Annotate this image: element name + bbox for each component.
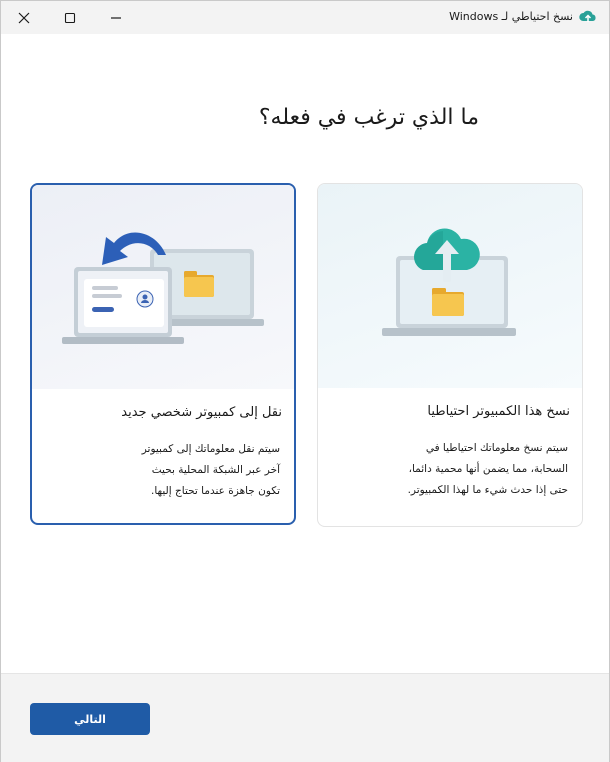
- minimize-icon: [111, 16, 121, 19]
- page-title: ما الذي ترغب في فعله؟: [258, 105, 479, 130]
- backup-desc-line: سيتم نسخ معلوماتك احتياطيا في: [425, 442, 568, 454]
- transfer-laptops-icon: [62, 232, 264, 344]
- backup-option-card[interactable]: نسخ هذا الكمبيوتر احتياطيا سيتم نسخ معلو…: [317, 183, 583, 527]
- transfer-desc-line: سيتم نقل معلوماتك إلى كمبيوتر: [141, 443, 280, 455]
- transfer-illustration: [32, 185, 294, 389]
- transfer-card-description: سيتم نقل معلوماتك إلى كمبيوتر آخر عبر ال…: [142, 439, 280, 502]
- backup-illustration: [318, 184, 582, 388]
- next-button[interactable]: التالي: [30, 703, 150, 735]
- transfer-desc-line: تكون جاهزة عندما تحتاج إليها.: [150, 485, 280, 497]
- title-bar: نسخ احتياطي لـ Windows: [1, 1, 609, 34]
- cloud-upload-laptop-icon: [382, 228, 516, 336]
- backup-card-description: سيتم نسخ معلوماتك احتياطيا في السحابة، م…: [408, 438, 568, 501]
- transfer-desc-line: آخر عبر الشبكة المحلية بحيث: [151, 464, 280, 476]
- close-button[interactable]: [1, 1, 47, 34]
- backup-desc-line: حتى إذا حدث شيء ما لهذا الكمبيوتر.: [407, 484, 568, 496]
- backup-desc-line: السحابة، مما يضمن أنها محمية دائما،: [408, 463, 568, 475]
- close-icon: [18, 12, 30, 23]
- window-title: نسخ احتياطي لـ Windows: [449, 10, 573, 23]
- cloud-upload-icon: [579, 10, 596, 22]
- footer-bar: التالي: [1, 673, 609, 762]
- app-window: نسخ احتياطي لـ Windows ما الذي ترغب في ف…: [0, 0, 610, 762]
- transfer-option-card[interactable]: نقل إلى كمبيوتر شخصي جديد سيتم نقل معلوم…: [30, 183, 296, 525]
- transfer-card-title: نقل إلى كمبيوتر شخصي جديد: [121, 405, 282, 420]
- maximize-button[interactable]: [47, 1, 93, 34]
- minimize-button[interactable]: [93, 1, 139, 34]
- backup-card-title: نسخ هذا الكمبيوتر احتياطيا: [427, 404, 570, 419]
- maximize-icon: [64, 12, 76, 23]
